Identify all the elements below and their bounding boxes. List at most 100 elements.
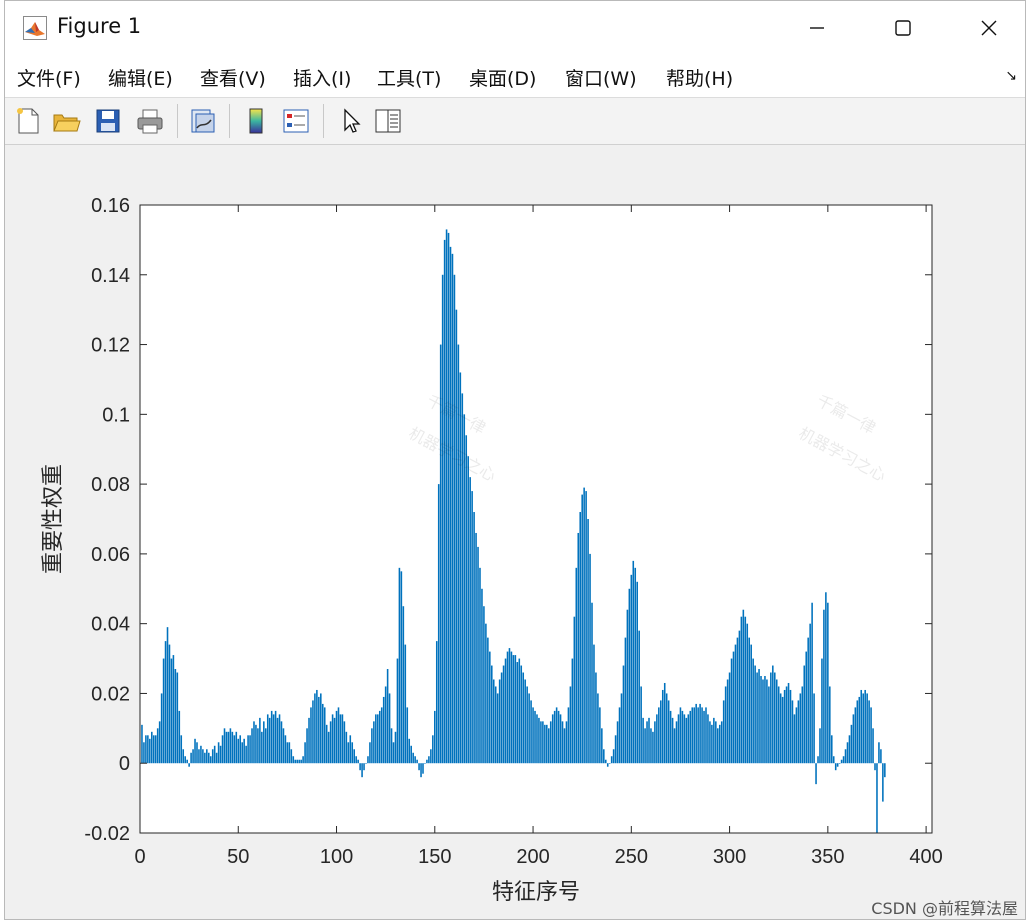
bar	[363, 763, 365, 771]
bar	[282, 728, 285, 764]
bar	[388, 693, 391, 764]
menu-edit[interactable]: 编辑(E)	[108, 64, 173, 91]
bar	[206, 749, 208, 764]
bar	[693, 707, 695, 764]
menu-desktop[interactable]: 桌面(D)	[469, 64, 536, 91]
bar	[386, 669, 389, 764]
bar	[518, 658, 521, 764]
bar	[506, 651, 509, 764]
bar	[453, 274, 456, 764]
x-tick-label: 250	[615, 846, 648, 868]
bar	[263, 721, 265, 764]
menu-file[interactable]: 文件(F)	[17, 64, 81, 91]
bar	[160, 693, 163, 764]
bar	[266, 714, 269, 764]
colorbar-button[interactable]	[241, 106, 271, 136]
bar	[825, 592, 827, 764]
bar	[866, 693, 868, 764]
bar	[679, 707, 682, 764]
bar	[467, 456, 469, 764]
bar	[654, 721, 656, 764]
bar	[359, 763, 361, 771]
figure-canvas: 0 50 100 150 200 250 300 350 400 -0.02 0 0.02 0.04 0.…	[5, 145, 1025, 919]
bar	[634, 567, 637, 764]
matlab-logo-icon	[23, 16, 47, 40]
bar	[762, 679, 764, 764]
menu-tools[interactable]: 工具(T)	[377, 64, 441, 91]
bar	[687, 714, 690, 764]
bar	[730, 658, 733, 764]
bar	[695, 703, 697, 764]
bar	[811, 602, 813, 764]
bar	[522, 672, 525, 764]
menu-insert[interactable]: 插入(I)	[293, 64, 351, 91]
bar	[437, 484, 440, 764]
x-tick-label: 100	[320, 846, 353, 868]
bar	[496, 693, 499, 764]
print-button[interactable]	[135, 106, 165, 136]
bar	[321, 703, 324, 764]
bar	[402, 606, 405, 764]
menu-window[interactable]: 窗口(W)	[565, 64, 637, 91]
maximize-button[interactable]	[881, 9, 925, 49]
bar	[746, 623, 749, 764]
new-figure-button[interactable]	[13, 106, 43, 136]
y-tick-label: 0.02	[91, 683, 130, 705]
menu-view[interactable]: 查看(V)	[200, 64, 266, 91]
bar	[316, 689, 318, 764]
bar	[773, 672, 776, 764]
open-file-button[interactable]	[51, 106, 81, 136]
bar	[461, 393, 464, 764]
y-tick-label: 0.04	[91, 614, 130, 636]
bar	[705, 707, 707, 764]
bar	[642, 717, 644, 764]
bar	[377, 714, 379, 764]
bar	[862, 693, 864, 764]
bar	[612, 749, 615, 764]
bar	[481, 588, 483, 764]
importance-bar-chart[interactable]: 0 50 100 150 200 250 300 350 400-0.0200.020.040.…	[5, 145, 1025, 919]
menu-help[interactable]: 帮助(H)	[666, 64, 733, 91]
bar	[463, 414, 466, 764]
title-bar[interactable]: Figure 1	[5, 1, 1025, 55]
bar	[510, 651, 513, 764]
bar	[783, 689, 786, 764]
menu-dock-arrow-icon[interactable]: ↘	[1005, 68, 1017, 84]
bar	[351, 742, 354, 764]
bar	[272, 714, 275, 764]
bar	[371, 728, 373, 764]
bar	[726, 679, 729, 764]
bar	[300, 759, 302, 764]
bar	[685, 717, 688, 764]
legend-button[interactable]	[281, 106, 311, 136]
bar	[701, 707, 703, 764]
bar	[308, 717, 310, 764]
figure-window: Figure 1 文件(F) 编辑(E) 查看(V) 插入(I) 工具(T) 桌…	[4, 0, 1026, 920]
bar	[540, 721, 542, 764]
bar	[190, 752, 192, 764]
bar	[832, 756, 835, 764]
edit-pointer-button[interactable]	[335, 106, 365, 136]
y-tick-label: 0.12	[91, 335, 130, 357]
link-button[interactable]	[187, 106, 217, 136]
minimize-button[interactable]	[795, 9, 839, 49]
bar	[174, 669, 177, 764]
close-button[interactable]	[967, 9, 1011, 49]
bar	[740, 616, 743, 764]
bar	[343, 721, 346, 764]
bar	[241, 742, 243, 764]
save-button[interactable]	[93, 106, 123, 136]
bar	[538, 717, 540, 764]
bar	[451, 253, 454, 764]
y-tick-label: 0.14	[91, 265, 130, 287]
bar	[176, 672, 179, 764]
bar	[145, 735, 147, 764]
property-editor-button[interactable]	[373, 106, 403, 136]
bar	[799, 693, 802, 764]
credit-text: CSDN @前程算法屋	[871, 899, 1018, 918]
bar	[441, 274, 444, 764]
link-icon	[191, 109, 215, 133]
bar	[764, 676, 766, 764]
bar	[567, 707, 570, 764]
bar	[156, 728, 159, 764]
